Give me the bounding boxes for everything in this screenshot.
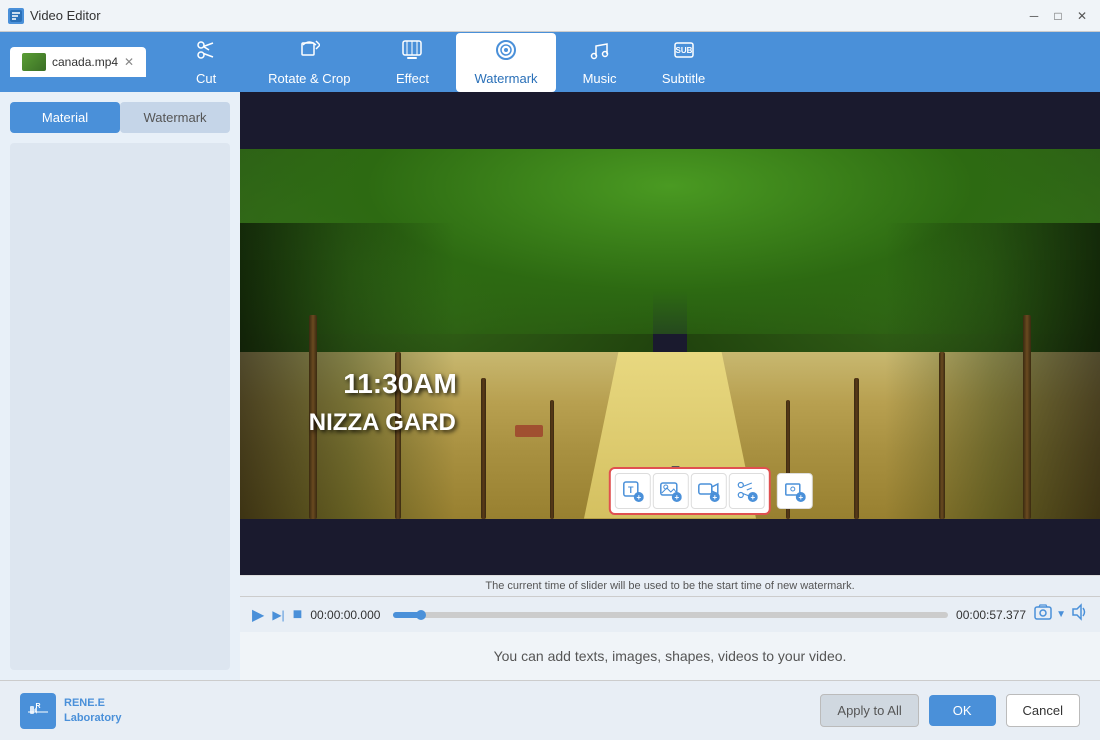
subtitle-icon: SUB <box>673 39 695 67</box>
file-close[interactable]: ✕ <box>124 55 134 69</box>
trunk-5 <box>1023 315 1031 519</box>
play-button[interactable]: ▶ <box>252 605 264 625</box>
logo-icon: R <box>20 693 56 729</box>
file-thumbnail <box>22 53 46 71</box>
logo-line2: Laboratory <box>64 711 121 725</box>
video-controls: ▶ ▶| ■ 00:00:00.000 00:00:57.377 ▼ <box>240 596 1100 632</box>
dropdown-icon[interactable]: ▼ <box>1056 609 1066 620</box>
video-area: 11:30AM NIZZA GARD ▼ T + <box>240 92 1100 575</box>
step-forward-button[interactable]: ▶| <box>272 608 284 622</box>
tab-effect-label: Effect <box>396 71 429 86</box>
tab-music-label: Music <box>583 71 617 86</box>
music-icon <box>589 39 611 67</box>
info-main: You can add texts, images, shapes, video… <box>240 632 1100 680</box>
ok-button[interactable]: OK <box>929 695 996 726</box>
add-shape-button[interactable]: + <box>729 473 765 509</box>
main-content: Material Watermark <box>0 92 1100 680</box>
svg-text:+: + <box>750 493 755 502</box>
svg-text:+: + <box>636 493 641 502</box>
apply-to-all-button[interactable]: Apply to All <box>820 694 918 727</box>
add-text-button[interactable]: T + <box>615 473 651 509</box>
file-tab[interactable]: canada.mp4 ✕ <box>10 47 146 77</box>
rotate-icon <box>298 39 320 67</box>
sidebar-tabs: Material Watermark <box>10 102 230 133</box>
minimize-button[interactable]: ─ <box>1024 6 1044 26</box>
right-panel: 11:30AM NIZZA GARD ▼ T + <box>240 92 1100 680</box>
trunk-7 <box>854 378 859 519</box>
add-image-button[interactable]: + <box>653 473 689 509</box>
progress-bar[interactable] <box>393 612 948 618</box>
svg-text:+: + <box>712 493 717 502</box>
window-title: Video Editor <box>30 8 101 23</box>
info-bar: The current time of slider will be used … <box>240 575 1100 596</box>
tab-rotate-label: Rotate & Crop <box>268 71 350 86</box>
close-button[interactable]: ✕ <box>1072 6 1092 26</box>
logo-line1: RENE.E <box>64 696 121 710</box>
svg-text:+: + <box>798 493 803 502</box>
restore-button[interactable]: □ <box>1048 6 1068 26</box>
main-message: You can add texts, images, shapes, video… <box>494 648 847 664</box>
tab-cut-label: Cut <box>196 71 216 86</box>
bench-left <box>515 425 543 437</box>
tab-watermark-label: Watermark <box>474 71 537 86</box>
time-end: 00:00:57.377 <box>956 608 1026 622</box>
app-icon <box>8 8 24 24</box>
cancel-button[interactable]: Cancel <box>1006 694 1080 727</box>
tab-effect[interactable]: Effect <box>372 33 452 92</box>
tab-subtitle-label: Subtitle <box>662 71 705 86</box>
effect-icon <box>401 39 423 67</box>
cut-icon <box>195 39 217 67</box>
tab-subtitle[interactable]: SUB Subtitle <box>644 33 724 92</box>
stop-button[interactable]: ■ <box>293 606 303 624</box>
tab-watermark[interactable]: Watermark <box>456 33 555 92</box>
tab-bar: canada.mp4 ✕ Cut <box>0 32 1100 92</box>
watermark-icon <box>495 39 517 67</box>
svg-text:+: + <box>674 493 679 502</box>
volume-icon[interactable] <box>1070 603 1088 626</box>
nav-tabs: Cut Rotate & Crop <box>166 33 723 92</box>
tab-cut[interactable]: Cut <box>166 33 246 92</box>
sidebar-tab-material[interactable]: Material <box>10 102 120 133</box>
video-toolbar: T + + <box>609 467 813 515</box>
svg-text:T: T <box>628 485 634 495</box>
svg-text:SUB: SUB <box>675 46 692 55</box>
watermark-text: NIZZA GARD <box>309 409 456 437</box>
add-video-button[interactable]: + <box>691 473 727 509</box>
title-bar-left: Video Editor <box>8 8 101 24</box>
tab-rotate[interactable]: Rotate & Crop <box>250 33 368 92</box>
tab-music[interactable]: Music <box>560 33 640 92</box>
progress-handle[interactable] <box>416 610 426 620</box>
trunk-6 <box>939 352 945 519</box>
time-start: 00:00:00.000 <box>310 608 385 622</box>
camera-icon[interactable] <box>1034 603 1052 626</box>
info-message: The current time of slider will be used … <box>485 580 854 592</box>
trunk-3 <box>481 378 486 519</box>
sidebar: Material Watermark <box>0 92 240 680</box>
bottom-actions: Apply to All OK Cancel <box>820 694 1080 727</box>
sidebar-tab-watermark[interactable]: Watermark <box>120 102 230 133</box>
ctrl-icons-right: ▼ <box>1034 603 1088 626</box>
file-name: canada.mp4 <box>52 55 118 69</box>
sidebar-content <box>10 143 230 670</box>
watermark-time: 11:30AM <box>343 368 457 400</box>
bottom-bar: R RENE.E Laboratory Apply to All OK Canc… <box>0 680 1100 740</box>
trunk-4 <box>550 400 554 518</box>
title-bar-controls: ─ □ ✕ <box>1024 6 1092 26</box>
logo-area: R RENE.E Laboratory <box>20 693 121 729</box>
toolbar-group: T + + <box>609 467 771 515</box>
logo-text: RENE.E Laboratory <box>64 696 121 725</box>
add-other-button[interactable]: + <box>777 473 813 509</box>
title-bar: Video Editor ─ □ ✕ <box>0 0 1100 32</box>
